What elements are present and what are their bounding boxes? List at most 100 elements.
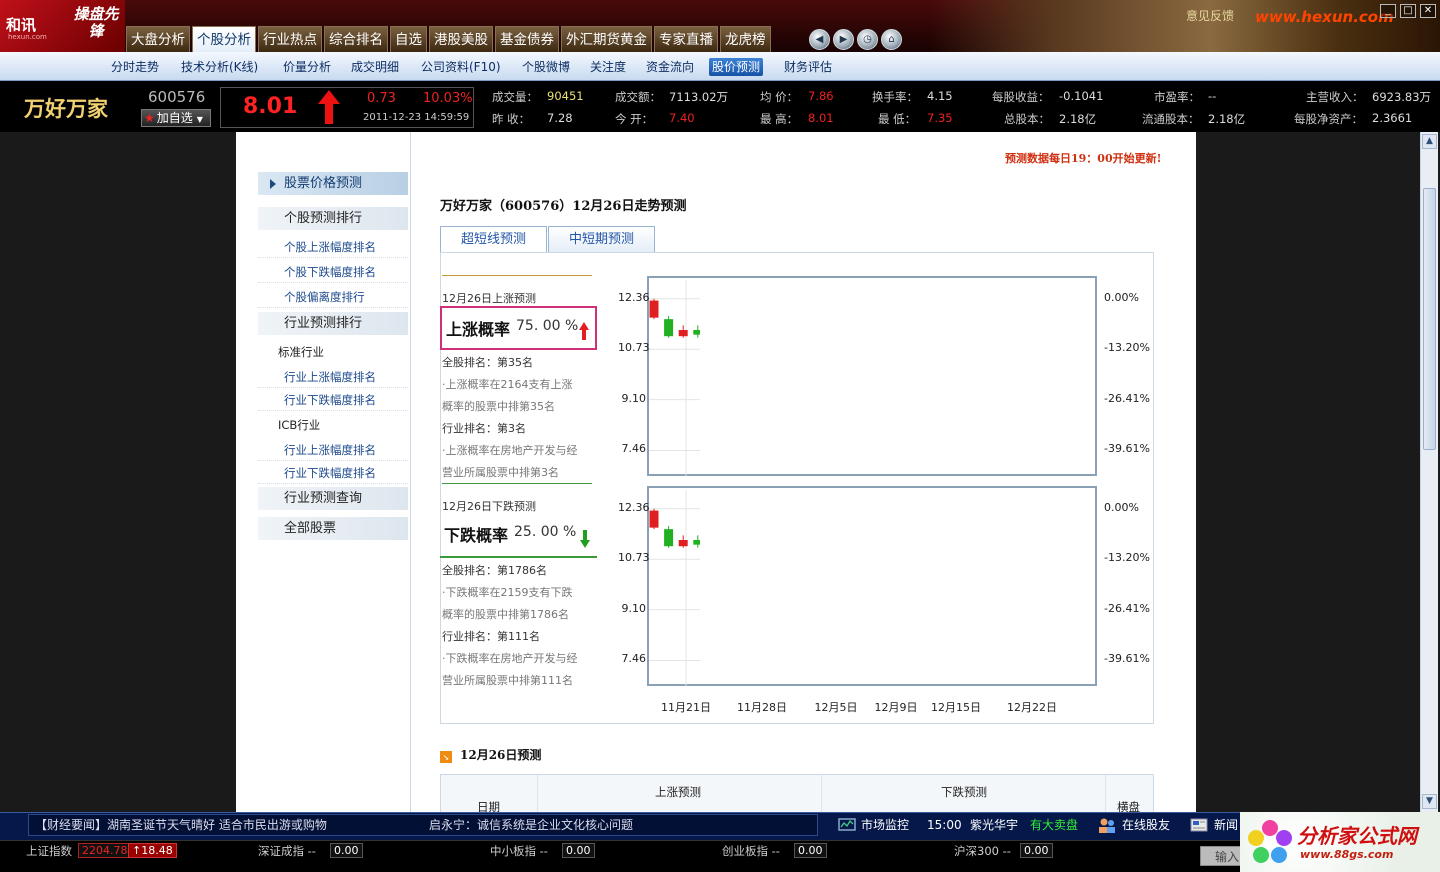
home-icon[interactable]: ⌂	[881, 29, 902, 50]
news-ticker[interactable]: 【财经要闻】湖南圣诞节天气晴好 适合市民出游或购物 启永宁：诚信系统是企业文化核…	[28, 814, 818, 836]
sidebar-sub[interactable]: 个股下跌幅度排名	[258, 261, 408, 283]
sidebar-sub[interactable]: 行业上涨幅度排名	[258, 366, 408, 388]
down-desc-all-1: ·下跌概率在2159支有下跌	[442, 586, 573, 599]
top-bar: 和讯 操盘先锋 hexun.com 大盘分析 个股分析 行业热点 综合排名 自选 港股美股…	[0, 0, 1440, 52]
scroll-down-icon[interactable]: ▼	[1422, 794, 1437, 809]
maximize-icon[interactable]: □	[1400, 4, 1416, 18]
price-change-pct: 10.03%	[423, 91, 473, 106]
y-tick-right: -39.61%	[1104, 442, 1150, 456]
feedback-link[interactable]: 意见反馈	[1186, 7, 1234, 24]
index-label[interactable]: 上证指数	[26, 843, 72, 859]
quote-field-value: 2.18亿	[1208, 112, 1246, 126]
sub-tab-4[interactable]: 公司资料(F10)	[418, 58, 504, 76]
down-desc-all-2: 概率的股票中排第1786名	[442, 608, 569, 621]
sub-tab-0[interactable]: 分时走势	[108, 58, 162, 76]
quote-field-value: 6923.83万	[1372, 90, 1432, 104]
up-desc-ind-2: 营业所属股票中排第3名	[442, 466, 559, 479]
quote-field-value: 8.01	[808, 111, 834, 125]
quote-field-label: 总股本：	[1004, 112, 1050, 126]
input-field[interactable]: 输入	[1200, 846, 1244, 866]
main-tab-6[interactable]: 基金债券	[495, 26, 559, 52]
main-tab-7[interactable]: 外汇期货黄金	[561, 26, 652, 52]
sidebar-item[interactable]: 个股预测排行	[258, 207, 408, 231]
logo-hexun: 和讯	[6, 16, 37, 34]
scroll-thumb[interactable]	[1423, 188, 1436, 450]
sub-tab-3[interactable]: 成交明细	[348, 58, 402, 76]
sidebar-item[interactable]: 行业预测查询	[258, 487, 408, 511]
monitor-icon	[838, 818, 856, 831]
monitor-stock[interactable]: 紫光华宇	[970, 816, 1018, 834]
main-tab-8[interactable]: 专家直播	[654, 26, 718, 52]
main-tab-9[interactable]: 龙虎榜	[720, 26, 771, 52]
sidebar-sub[interactable]: 行业上涨幅度排名	[258, 439, 408, 461]
y-tick-right: -13.20%	[1104, 551, 1150, 565]
main-tab-0[interactable]: 大盘分析	[126, 26, 190, 52]
index-label[interactable]: 中小板指 --	[490, 843, 548, 859]
logo-domain: hexun.com	[8, 33, 47, 41]
vertical-scrollbar[interactable]: ▲ ▼	[1420, 132, 1438, 812]
sidebar-sub[interactable]: 行业下跌幅度排名	[258, 389, 408, 411]
down-divider	[442, 483, 592, 484]
sidebar-item[interactable]: 行业预测排行	[258, 312, 408, 336]
down-probability-value: 25. 00 %	[514, 524, 577, 540]
x-tick: 12月5日	[814, 701, 858, 714]
scroll-up-icon[interactable]: ▲	[1422, 134, 1437, 149]
main-tab-5[interactable]: 港股美股	[429, 26, 493, 52]
sub-tab-5[interactable]: 个股微博	[519, 58, 573, 76]
sub-tab-7[interactable]: 资金流向	[643, 58, 697, 76]
tab-short-mid[interactable]: 中短期预测	[548, 226, 655, 252]
quote-field-label: 换手率：	[872, 90, 918, 104]
up-candlestick-chart	[647, 276, 1097, 476]
down-probability-label: 下跌概率	[444, 526, 509, 545]
add-favorite-label: 加自选	[156, 111, 193, 125]
brand-name: 分析家公式网	[1297, 824, 1417, 848]
news-headline-2[interactable]: 启永宁：诚信系统是企业文化核心问题	[429, 815, 633, 835]
index-label[interactable]: 创业板指 --	[722, 843, 780, 859]
sidebar-item[interactable]: 全部股票	[258, 517, 408, 541]
sidebar-sub[interactable]: 个股偏离度排行	[258, 286, 408, 308]
y-tick-left: 9.10	[621, 391, 647, 405]
index-label[interactable]: 沪深300 --	[954, 843, 1011, 859]
y-tick-left: 10.73	[618, 551, 650, 565]
star-icon: ★	[144, 111, 155, 125]
sidebar-sub[interactable]: 行业下跌幅度排名	[258, 462, 408, 484]
up-arrow-icon: ↑	[132, 844, 142, 857]
y-tick-right: 0.00%	[1104, 290, 1139, 304]
x-tick: 11月21日	[661, 701, 711, 714]
sidebar-item[interactable]: 股票价格预测	[258, 172, 408, 196]
main-tab-4[interactable]: 自选	[390, 26, 427, 52]
sub-tab-8[interactable]: 股价预测	[709, 58, 764, 76]
forward-icon[interactable]: ▶	[833, 29, 854, 50]
main-tab-2[interactable]: 行业热点	[258, 26, 322, 52]
sub-tab-9[interactable]: 财务评估	[781, 58, 835, 76]
quote-field-value: 2.18亿	[1059, 112, 1097, 126]
up-desc-all-2: 概率的股票中排第35名	[442, 400, 555, 413]
up-heading: 12月26日上涨预测	[442, 292, 536, 305]
flower-logo-icon	[1248, 820, 1292, 863]
tab-ultra-short[interactable]: 超短线预测	[440, 226, 547, 253]
market-monitor-button[interactable]: 市场监控	[861, 816, 909, 834]
y-tick-left: 9.10	[621, 601, 647, 615]
news-headline-1[interactable]: 【财经要闻】湖南圣诞节天气晴好 适合市民出游或购物	[35, 818, 327, 832]
online-friends-button[interactable]: 在线股友	[1122, 816, 1170, 834]
index-value: 0.00	[794, 843, 827, 858]
close-icon[interactable]: ✕	[1420, 4, 1436, 18]
watermark-brand: 分析家公式网 www.88gs.com	[1240, 812, 1440, 872]
quote-time: 2011-12-23 14:59:59	[363, 112, 470, 123]
sub-tab-1[interactable]: 技术分析(K线)	[178, 58, 261, 76]
add-favorite-button[interactable]: ★ 加自选 ▼	[141, 109, 211, 127]
news-button[interactable]: 新闻	[1214, 816, 1238, 834]
back-icon[interactable]: ◀	[809, 29, 830, 50]
quote-field-label: 流通股本：	[1142, 112, 1200, 126]
sidebar-sub[interactable]: 个股上涨幅度排名	[258, 236, 408, 258]
history-icon[interactable]: ◷	[857, 29, 878, 50]
quote-field-label: 成交额：	[615, 90, 661, 104]
minimize-icon[interactable]: _	[1380, 4, 1396, 18]
sidebar-cat: ICB行业	[278, 418, 321, 432]
index-label[interactable]: 深证成指 --	[258, 843, 316, 859]
main-tab-1[interactable]: 个股分析	[192, 26, 256, 52]
sub-tab-6[interactable]: 关注度	[587, 58, 629, 76]
sub-tab-2[interactable]: 价量分析	[280, 58, 334, 76]
down-heading: 12月26日下跌预测	[442, 500, 536, 513]
main-tab-3[interactable]: 综合排名	[324, 26, 388, 52]
